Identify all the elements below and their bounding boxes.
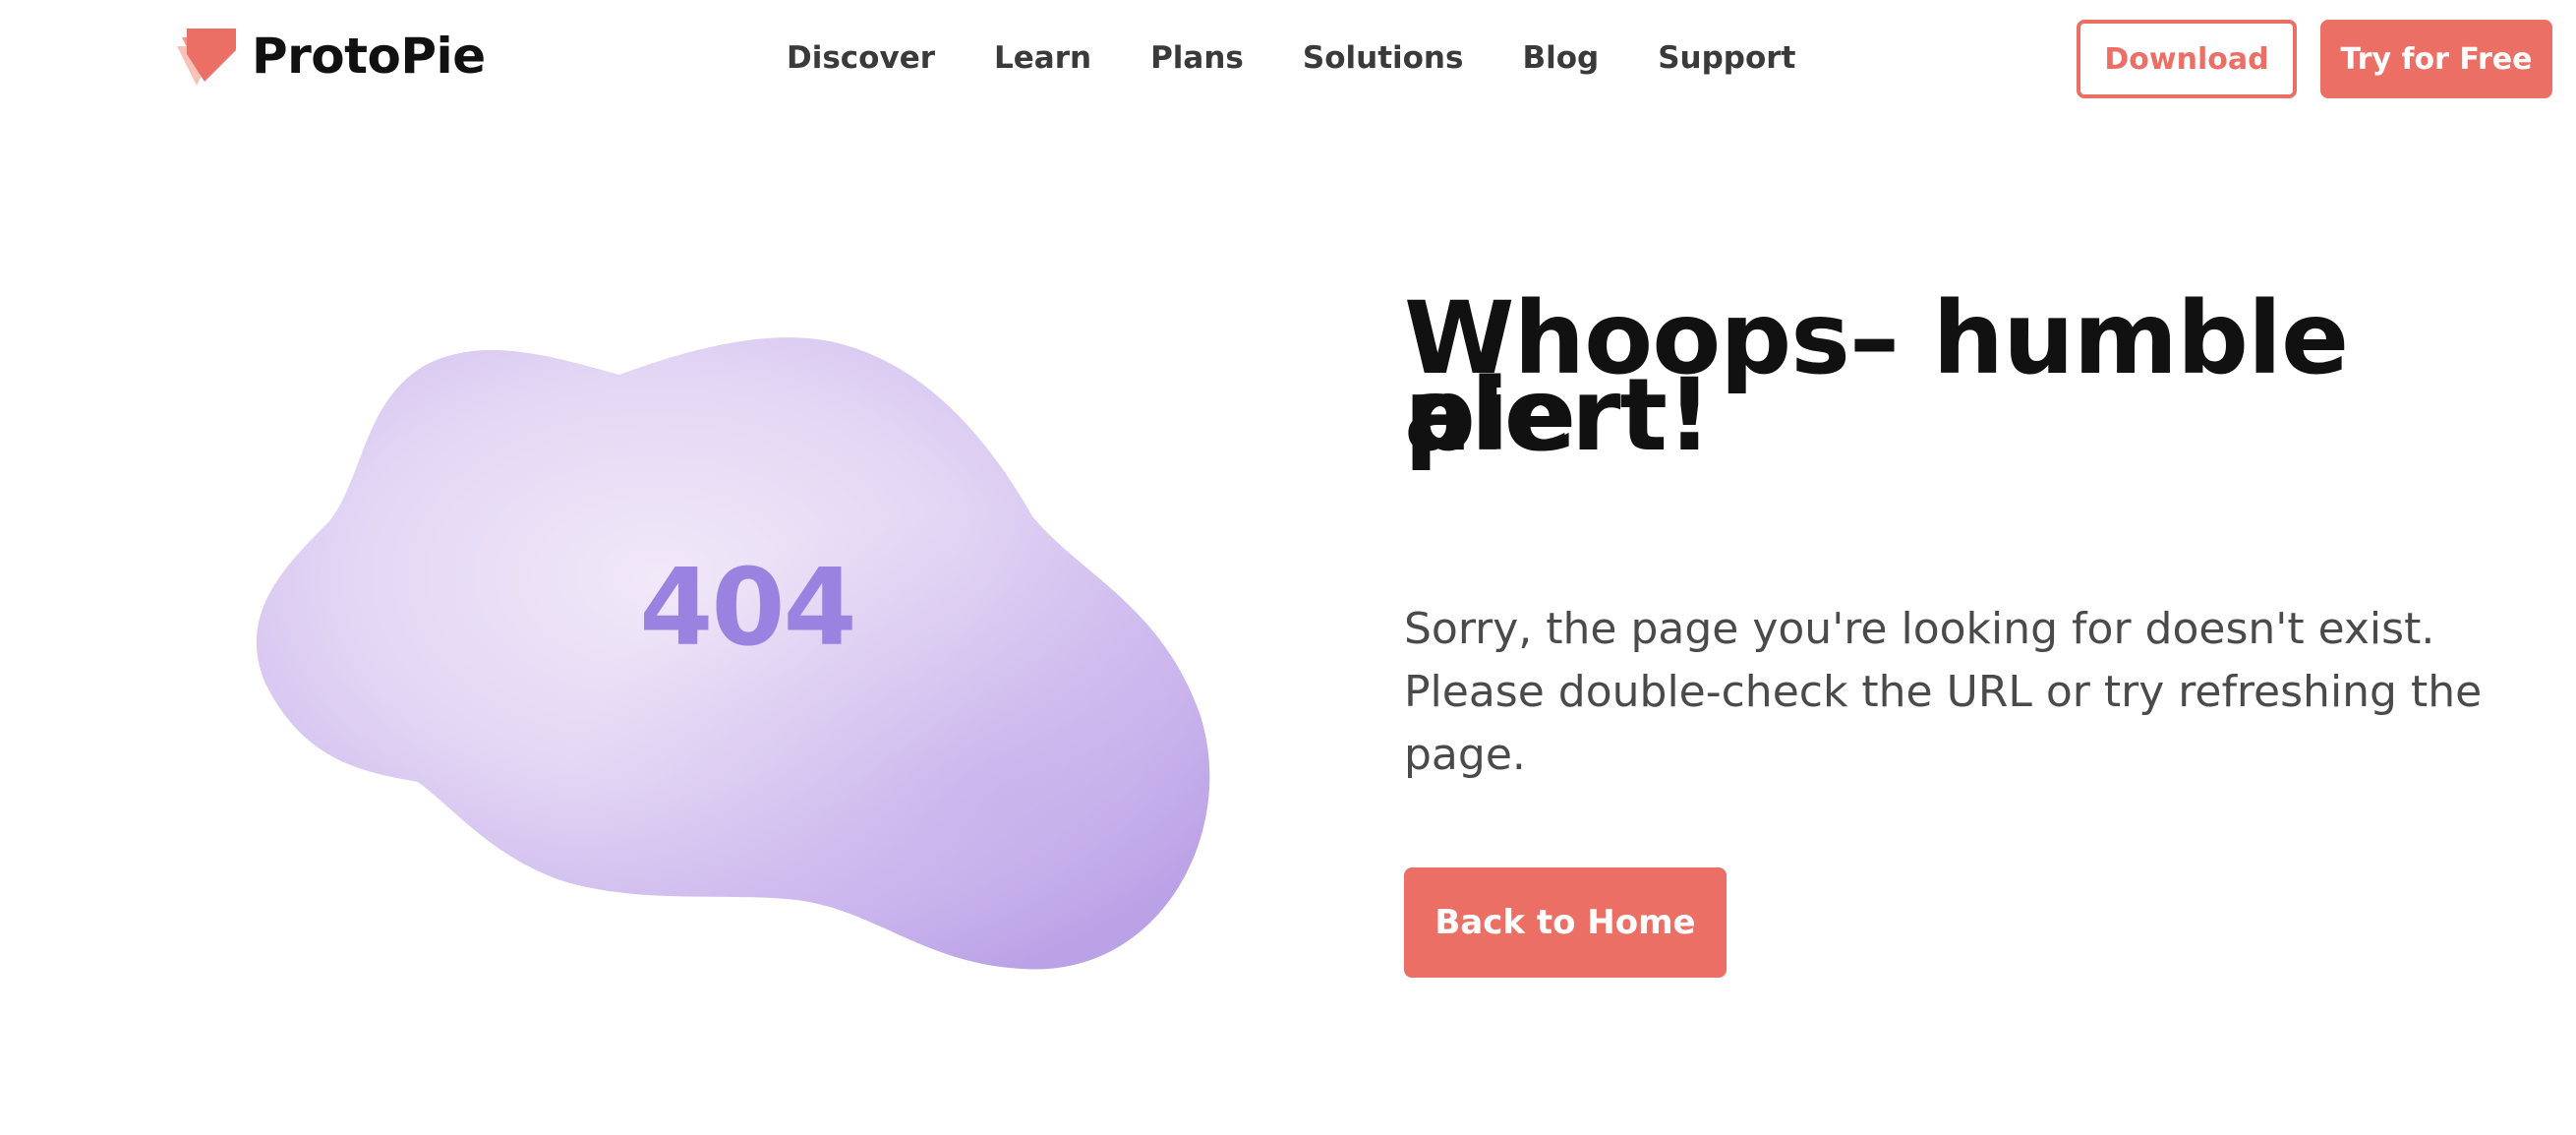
main-nav: Discover Learn Plans Solutions Blog Supp… [787, 30, 1795, 87]
page-title: Whoops– humble pie alert! [1404, 289, 2545, 466]
download-button[interactable]: Download [2077, 20, 2297, 98]
nav-item-learn[interactable]: Learn [994, 40, 1091, 76]
try-for-free-button[interactable]: Try for Free [2320, 20, 2552, 98]
protopie-logo-icon [177, 29, 236, 86]
error-message: Sorry, the page you're looking for doesn… [1404, 604, 2483, 780]
nav-item-discover[interactable]: Discover [787, 40, 935, 76]
site-header: ProtoPie Discover Learn Plans Solutions … [0, 0, 2576, 118]
error-page: ProtoPie Discover Learn Plans Solutions … [0, 0, 2576, 1135]
brand-home-link[interactable]: ProtoPie [175, 22, 486, 90]
back-to-home-button[interactable]: Back to Home [1404, 867, 1727, 978]
nav-item-plans[interactable]: Plans [1150, 40, 1244, 76]
nav-item-blog[interactable]: Blog [1522, 40, 1599, 76]
error-code: 404 [639, 547, 856, 670]
nav-item-solutions[interactable]: Solutions [1303, 40, 1464, 76]
brand-name: ProtoPie [252, 28, 486, 85]
nav-item-support[interactable]: Support [1658, 40, 1795, 76]
